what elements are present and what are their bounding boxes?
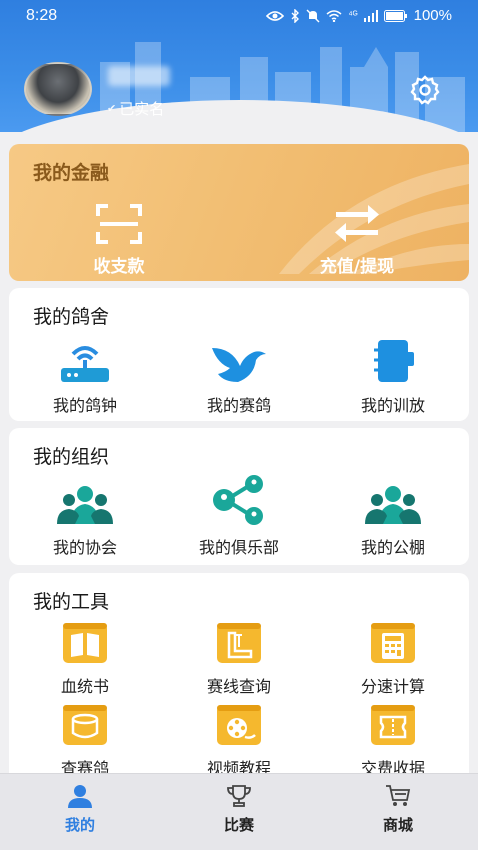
receive-pay-label: 收支款: [93, 257, 145, 277]
pigeon-clock-item[interactable]: 我的鸽钟: [20, 338, 150, 416]
scan-icon: [96, 204, 142, 244]
ruler-icon: [217, 623, 261, 663]
group-icon: [365, 486, 421, 524]
race-pigeon-label: 我的赛鸽: [206, 396, 271, 415]
notebook-icon: [374, 340, 414, 382]
tools-card: 我的工具 血统书 赛线查询 分速计算 查赛鸽 视频教程 交费收据: [9, 573, 469, 783]
loft-title: 我的鸽舍: [33, 306, 110, 328]
battery-icon: [383, 9, 407, 22]
share-icon: [213, 475, 263, 525]
book-icon: [63, 623, 107, 663]
speed-calc-label: 分速计算: [360, 677, 425, 696]
bluetooth-icon: [291, 8, 300, 23]
receive-pay-button[interactable]: 收支款: [39, 202, 199, 277]
public-loft-label: 我的公棚: [360, 538, 425, 557]
association-label: 我的协会: [52, 538, 117, 557]
avatar[interactable]: [24, 62, 92, 116]
tab-mine[interactable]: 我的: [30, 784, 130, 835]
username-blurred: [108, 66, 170, 86]
wifi-icon: [326, 9, 342, 22]
battery-label: 100%: [413, 7, 452, 24]
tools-title: 我的工具: [33, 591, 110, 613]
status-bar: 8:28 ⁴ᴳ 100%: [0, 0, 478, 34]
race-line-item[interactable]: 赛线查询: [174, 619, 304, 697]
race-line-label: 赛线查询: [206, 677, 271, 696]
check-icon: ✔: [107, 102, 117, 115]
public-loft-item[interactable]: 我的公棚: [328, 480, 458, 558]
club-label: 我的俱乐部: [198, 538, 279, 557]
training-release-label: 我的训放: [360, 396, 425, 415]
tab-mall-label: 商城: [382, 816, 413, 834]
eye-icon: [266, 10, 285, 21]
fee-receipt-item[interactable]: 交费收据: [328, 701, 458, 779]
film-icon: [217, 705, 261, 745]
association-item[interactable]: 我的协会: [20, 480, 150, 558]
receipt-icon: [371, 705, 415, 745]
video-tutorial-item[interactable]: 视频教程: [174, 701, 304, 779]
training-release-item[interactable]: 我的训放: [328, 338, 458, 416]
search-pigeon-item[interactable]: 查赛鸽: [20, 701, 150, 779]
club-item[interactable]: 我的俱乐部: [174, 474, 304, 558]
finance-card: 我的金融 收支款 充值/提现: [9, 144, 469, 281]
ring-icon: [63, 705, 107, 745]
race-pigeon-item[interactable]: 我的赛鸽: [174, 338, 304, 416]
calculator-icon: [371, 623, 415, 663]
organization-title: 我的组织: [33, 446, 110, 468]
transfer-icon: [335, 205, 379, 242]
pigeon-clock-label: 我的鸽钟: [52, 396, 117, 415]
person-icon: [68, 785, 92, 808]
verified-badge: ✔ 已实名: [107, 98, 164, 119]
verified-label: 已实名: [119, 100, 165, 118]
tab-mall[interactable]: 商城: [348, 784, 448, 835]
tab-race[interactable]: 比赛: [189, 784, 289, 835]
cart-icon: [386, 785, 411, 806]
pedigree-item[interactable]: 血统书: [20, 619, 150, 697]
tab-race-label: 比赛: [223, 816, 254, 834]
recharge-withdraw-button[interactable]: 充值/提现: [277, 202, 437, 277]
speed-calc-item[interactable]: 分速计算: [328, 619, 458, 697]
bottom-tab-bar: 我的 比赛 商城: [0, 773, 478, 850]
group-icon: [57, 486, 113, 524]
bird-icon: [212, 348, 266, 382]
finance-title: 我的金融: [33, 162, 110, 184]
settings-gear-icon[interactable]: [409, 74, 441, 106]
trophy-icon: [227, 785, 251, 807]
pedigree-label: 血统书: [60, 677, 109, 696]
router-icon: [61, 346, 109, 382]
organization-card: 我的组织 我的协会 我的俱乐部 我的公棚: [9, 428, 469, 565]
profile-header: 8:28 ⁴ᴳ 100% ✔ 已实名: [0, 0, 478, 132]
loft-card: 我的鸽舍 我的鸽钟 我的赛鸽 我的训放: [9, 288, 469, 421]
network-label: ⁴ᴳ: [348, 10, 358, 21]
signal-icon: [363, 9, 378, 22]
status-time: 8:28: [26, 7, 58, 24]
mute-bell-icon: [306, 9, 320, 22]
tab-mine-label: 我的: [64, 816, 95, 834]
recharge-withdraw-label: 充值/提现: [319, 257, 395, 277]
